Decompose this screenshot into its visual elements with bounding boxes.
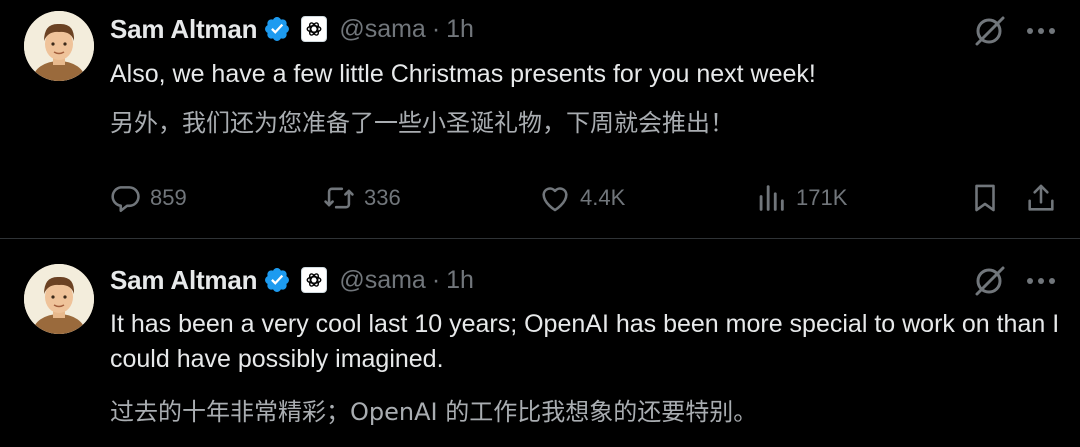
repost-count: 336 — [364, 185, 401, 210]
author-name[interactable]: Sam Altman — [110, 14, 258, 45]
repost-button[interactable]: 336 — [322, 178, 401, 218]
reply-button[interactable]: 859 — [108, 178, 187, 218]
author-handle[interactable]: @sama — [339, 266, 426, 295]
tweet-header: Sam Altman @sama · 1h — [110, 262, 474, 298]
views-button[interactable]: 171K — [754, 178, 847, 218]
openai-logo-icon[interactable] — [301, 267, 328, 293]
avatar[interactable] — [24, 264, 94, 334]
grok-icon[interactable] — [972, 13, 1008, 49]
heart-icon — [542, 187, 568, 212]
tweet-header: Sam Altman @sama · 1h — [110, 11, 474, 47]
like-count: 4.4K — [580, 185, 626, 210]
tweet-actions: 859 336 4.4K 171K — [0, 178, 1080, 218]
tweet[interactable]: Sam Altman @sama · 1h — [0, 0, 1080, 239]
reply-icon — [111, 186, 140, 213]
share-icon — [1028, 184, 1054, 211]
timestamp[interactable]: 1h — [446, 266, 474, 295]
more-icon[interactable] — [1024, 13, 1058, 49]
author-handle[interactable]: @sama — [339, 15, 426, 44]
reply-count: 859 — [150, 185, 187, 210]
separator-dot: · — [431, 265, 441, 294]
verified-badge-icon — [263, 15, 291, 43]
tweet-text: It has been a very cool last 10 years; O… — [110, 310, 1060, 373]
share-button[interactable] — [1024, 178, 1058, 218]
bookmark-button[interactable] — [968, 178, 1002, 218]
tweet-translation: 过去的十年非常精彩；OpenAI 的工作比我想象的还要特别。 — [110, 398, 758, 426]
verified-badge-icon — [263, 266, 291, 294]
author-name[interactable]: Sam Altman — [110, 265, 258, 296]
tweet-translation: 另外，我们还为您准备了一些小圣诞礼物，下周就会推出！ — [110, 109, 734, 137]
separator-dot: · — [431, 14, 441, 43]
tweet-text: Also, we have a few little Christmas pre… — [110, 60, 816, 88]
timestamp[interactable]: 1h — [446, 15, 474, 44]
retweet-icon — [324, 187, 354, 209]
grok-icon[interactable] — [972, 263, 1008, 299]
view-count: 171K — [796, 185, 848, 210]
bookmark-icon — [975, 184, 995, 212]
avatar[interactable] — [24, 11, 94, 81]
openai-logo-icon[interactable] — [301, 16, 328, 42]
more-icon[interactable] — [1024, 263, 1058, 299]
tweet[interactable]: Sam Altman @sama · 1h — [0, 239, 1080, 447]
views-icon — [759, 185, 784, 211]
like-button[interactable]: 4.4K — [538, 178, 625, 218]
